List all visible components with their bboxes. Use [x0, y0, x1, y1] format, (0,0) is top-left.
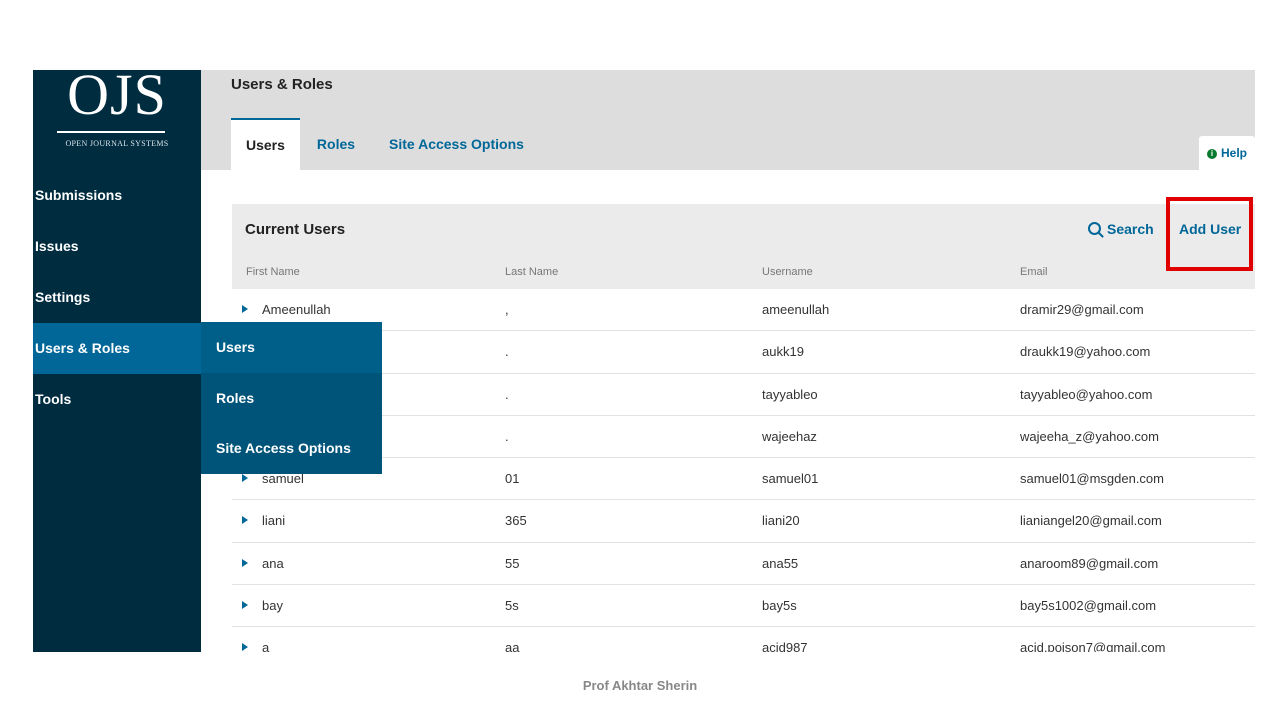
tab-bar: Users Roles Site Access Options	[231, 118, 541, 170]
logo-text: OJS	[67, 70, 167, 127]
sidebar-item-tools[interactable]: Tools	[33, 374, 201, 425]
tab-roles[interactable]: Roles	[300, 118, 372, 170]
table-row[interactable]: . tayyableo tayyableo@yahoo.com	[232, 373, 1255, 416]
tab-users[interactable]: Users	[231, 118, 300, 170]
sidebar: OJS OPEN JOURNAL SYSTEMS Submissions Iss…	[33, 70, 201, 652]
cell-username: aukk19	[762, 344, 804, 360]
cell-last-name: ,	[505, 302, 509, 317]
cell-username: liani20	[762, 513, 800, 529]
search-button[interactable]: Search	[1088, 221, 1154, 237]
table-row[interactable]: . wajeehaz wajeeha_z@yahoo.com	[232, 415, 1255, 459]
table-row[interactable]: Ameenullah, ameenullah dramir29@gmail.com	[232, 289, 1255, 332]
cell-email: anaroom89@gmail.com	[1020, 555, 1159, 571]
cell-email: tayyableo@yahoo.com	[1020, 386, 1153, 402]
current-users-panel: Current Users Search Add User First Name…	[232, 204, 1255, 652]
cell-username: ameenullah	[762, 302, 830, 317]
cell-email: bay5s1002@gmail.com	[1020, 598, 1157, 614]
panel-header: Current Users Search Add User First Name…	[232, 204, 1255, 289]
footer-credit: Prof Akhtar Sherin	[582, 678, 698, 693]
cell-email: dramir29@gmail.com	[1020, 302, 1144, 317]
cell-last-name: .	[505, 344, 509, 360]
expand-caret-icon[interactable]	[242, 305, 248, 313]
cell-last-name: 5s	[505, 598, 519, 614]
search-icon	[1088, 222, 1101, 235]
cell-last-name: aa	[505, 640, 520, 652]
table-row[interactable]: . aukk19 draukk19@yahoo.com	[232, 331, 1255, 374]
cell-first-name: a	[262, 640, 270, 652]
expand-caret-icon[interactable]	[242, 601, 248, 610]
cell-email: wajeeha_z@yahoo.com	[1020, 428, 1159, 444]
users-roles-submenu: Users Roles Site Access Options	[201, 322, 382, 474]
submenu-item-site-access-options[interactable]: Site Access Options	[201, 423, 382, 474]
submenu-item-users[interactable]: Users	[201, 322, 382, 373]
sidebar-item-submissions[interactable]: Submissions	[33, 170, 201, 221]
ojs-logo[interactable]: OJS OPEN JOURNAL SYSTEMS	[33, 70, 201, 170]
sidebar-nav: Submissions Issues Settings Users & Role…	[33, 170, 201, 425]
sidebar-item-settings[interactable]: Settings	[33, 272, 201, 323]
column-header-username: Username	[762, 266, 813, 278]
cell-email: draukk19@yahoo.com	[1020, 344, 1151, 360]
cell-email: samuel01@msgden.com	[1020, 471, 1164, 487]
column-header-last-name: Last Name	[505, 266, 559, 278]
cell-username: tayyableo	[762, 386, 818, 402]
cell-username: bay5s	[762, 598, 797, 614]
table-row[interactable]: a aa acid987 acid.poison7@gmail.com	[232, 627, 1255, 652]
expand-caret-icon[interactable]	[242, 474, 248, 483]
cell-username: wajeehaz	[762, 428, 817, 444]
cell-email: lianiangel20@gmail.com	[1020, 513, 1162, 529]
expand-caret-icon[interactable]	[242, 558, 248, 567]
cell-email: acid.poison7@gmail.com	[1020, 640, 1166, 652]
cell-last-name: .	[505, 386, 509, 402]
cell-username: acid987	[762, 640, 808, 652]
table-row[interactable]: bay 5s bay5s bay5s1002@gmail.com	[232, 585, 1255, 628]
page-title: Users & Roles	[231, 76, 333, 93]
cell-username: samuel01	[762, 471, 819, 487]
cell-last-name: 365	[505, 513, 527, 529]
cell-last-name: .	[505, 428, 509, 444]
panel-title: Current Users	[245, 221, 346, 238]
logo-subtitle: OPEN JOURNAL SYSTEMS	[65, 139, 169, 148]
app-frame: OJS OPEN JOURNAL SYSTEMS Submissions Iss…	[33, 70, 1255, 652]
cell-last-name: 01	[505, 471, 520, 487]
help-button[interactable]: i Help	[1199, 136, 1255, 170]
page-header: Users & Roles Users Roles Site Access Op…	[201, 70, 1255, 170]
logo-rule	[57, 131, 165, 133]
users-table: Ameenullah, ameenullah dramir29@gmail.com.…	[232, 289, 1255, 652]
table-row[interactable]: liani 365 liani20 lianiangel20@gmail.com	[232, 500, 1255, 543]
tab-site-access-options[interactable]: Site Access Options	[372, 118, 541, 170]
expand-caret-icon[interactable]	[242, 643, 248, 652]
expand-caret-icon[interactable]	[242, 516, 248, 525]
column-header-email: Email	[1020, 266, 1048, 278]
help-label: Help	[1220, 146, 1247, 160]
info-icon: i	[1206, 148, 1217, 159]
add-user-highlight-box	[1166, 197, 1253, 271]
column-header-first-name: First Name	[246, 266, 300, 278]
submenu-item-roles[interactable]: Roles	[201, 373, 382, 424]
search-label: Search	[1107, 221, 1154, 237]
cell-last-name: 55	[505, 555, 520, 571]
table-row[interactable]: samuel 01 samuel01 samuel01@msgden.com	[232, 458, 1255, 501]
sidebar-item-issues[interactable]: Issues	[33, 221, 201, 272]
sidebar-item-users-roles[interactable]: Users & Roles	[33, 323, 201, 374]
cell-first-name: ana	[262, 555, 284, 571]
cell-first-name: Ameenullah	[262, 302, 331, 317]
table-row[interactable]: ana 55 ana55 anaroom89@gmail.com	[232, 542, 1255, 586]
cell-username: ana55	[762, 555, 799, 571]
cell-first-name: bay	[262, 598, 283, 614]
cell-first-name: liani	[262, 513, 286, 529]
